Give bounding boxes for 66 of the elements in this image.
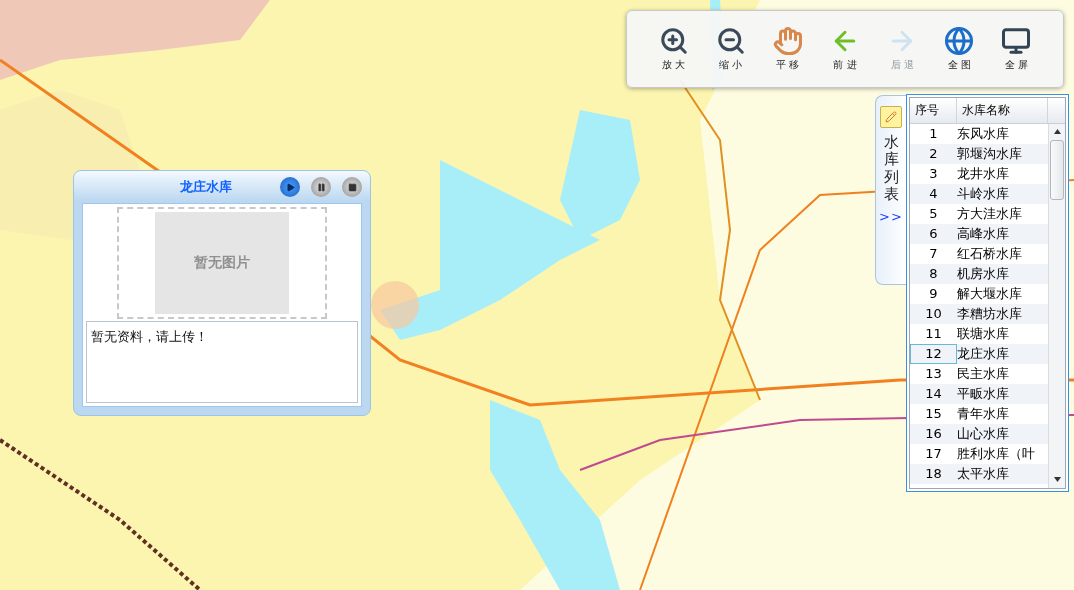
table-cell[interactable]: 3 [910, 164, 957, 184]
scrollbar[interactable] [1048, 124, 1065, 488]
table-cell[interactable]: 15 [910, 404, 957, 424]
table-cell[interactable]: 东风水库 [957, 124, 1048, 144]
pause-icon [316, 182, 326, 192]
table-cell[interactable]: 11 [910, 324, 957, 344]
play-button[interactable] [280, 177, 300, 197]
table-cell[interactable]: 高峰水库 [957, 224, 1048, 244]
table-cell[interactable]: 青年水库 [957, 404, 1048, 424]
table-cell[interactable]: 5 [910, 204, 957, 224]
zoom-out-icon [715, 26, 746, 56]
scroll-thumb[interactable] [1050, 140, 1064, 200]
table-cell[interactable]: 12 [910, 344, 957, 364]
table-cell[interactable]: 机房水库 [957, 264, 1048, 284]
table-cell[interactable]: 18 [910, 464, 957, 484]
toolbar-button[interactable]: 全 图 [942, 24, 977, 74]
table-cell[interactable]: 1 [910, 124, 957, 144]
table-cell[interactable]: 龙庄水库 [957, 344, 1048, 364]
toolbar-button[interactable]: 全 屏 [999, 24, 1034, 74]
table-cell[interactable]: 斗岭水库 [957, 184, 1048, 204]
table-cell[interactable]: 解大堰水库 [957, 284, 1048, 304]
tab-label: 水库列表 [883, 134, 899, 203]
table-cell[interactable]: 李糟坊水库 [957, 304, 1048, 324]
toolbar-button[interactable]: 前 进 [828, 24, 862, 74]
table-cell[interactable]: 8 [910, 264, 957, 284]
toolbar-button[interactable]: 缩 小 [713, 24, 748, 74]
table-cell[interactable]: 16 [910, 424, 957, 444]
monitor-icon [1001, 26, 1032, 56]
stop-button[interactable] [342, 177, 362, 197]
table-cell[interactable]: 2 [910, 144, 957, 164]
table-cell[interactable]: 龙井水库 [957, 164, 1048, 184]
table-cell[interactable]: 17 [910, 444, 957, 464]
note-icon [880, 106, 902, 128]
globe-icon [944, 26, 975, 56]
description-text: 暂无资料，请上传！ [86, 321, 358, 403]
hand-icon [772, 26, 803, 56]
table-cell[interactable]: 山心水库 [957, 424, 1048, 444]
table-cell[interactable]: 14 [910, 384, 957, 404]
table-cell[interactable]: 郭堰沟水库 [957, 144, 1048, 164]
column-header[interactable]: 序号 [910, 98, 957, 123]
toolbar-button[interactable]: 放 大 [656, 24, 691, 74]
table-cell[interactable]: 红石桥水库 [957, 244, 1048, 264]
table-cell[interactable]: 9 [910, 284, 957, 304]
table-cell[interactable]: 6 [910, 224, 957, 244]
table-cell[interactable]: 7 [910, 244, 957, 264]
zoom-in-icon [658, 26, 689, 56]
table-cell[interactable]: 方大洼水库 [957, 204, 1048, 224]
table-cell[interactable]: 胜利水库（叶 [957, 444, 1048, 464]
table-cell[interactable]: 13 [910, 364, 957, 384]
expand-link[interactable]: >> [879, 209, 903, 224]
table-cell[interactable]: 民主水库 [957, 364, 1048, 384]
toolbar-button[interactable]: 平 移 [770, 24, 805, 74]
table-cell[interactable]: 10 [910, 304, 957, 324]
scroll-up-icon[interactable] [1053, 129, 1061, 134]
table-cell[interactable]: 太平水库 [957, 464, 1048, 484]
side-tab[interactable]: 水库列表 >> [875, 95, 906, 285]
column-header[interactable]: 水库名称 [957, 98, 1048, 123]
table-cell[interactable]: 4 [910, 184, 957, 204]
scroll-down-icon[interactable] [1053, 477, 1061, 482]
stop-icon [347, 182, 357, 192]
placeholder-text: 暂无图片 [194, 254, 250, 272]
popup-title: 龙庄水库 [178, 178, 233, 196]
table-cell[interactable]: 联塘水库 [957, 324, 1048, 344]
table-cell[interactable]: 平畈水库 [957, 384, 1048, 404]
play-icon [285, 182, 295, 192]
pause-button[interactable] [311, 177, 331, 197]
